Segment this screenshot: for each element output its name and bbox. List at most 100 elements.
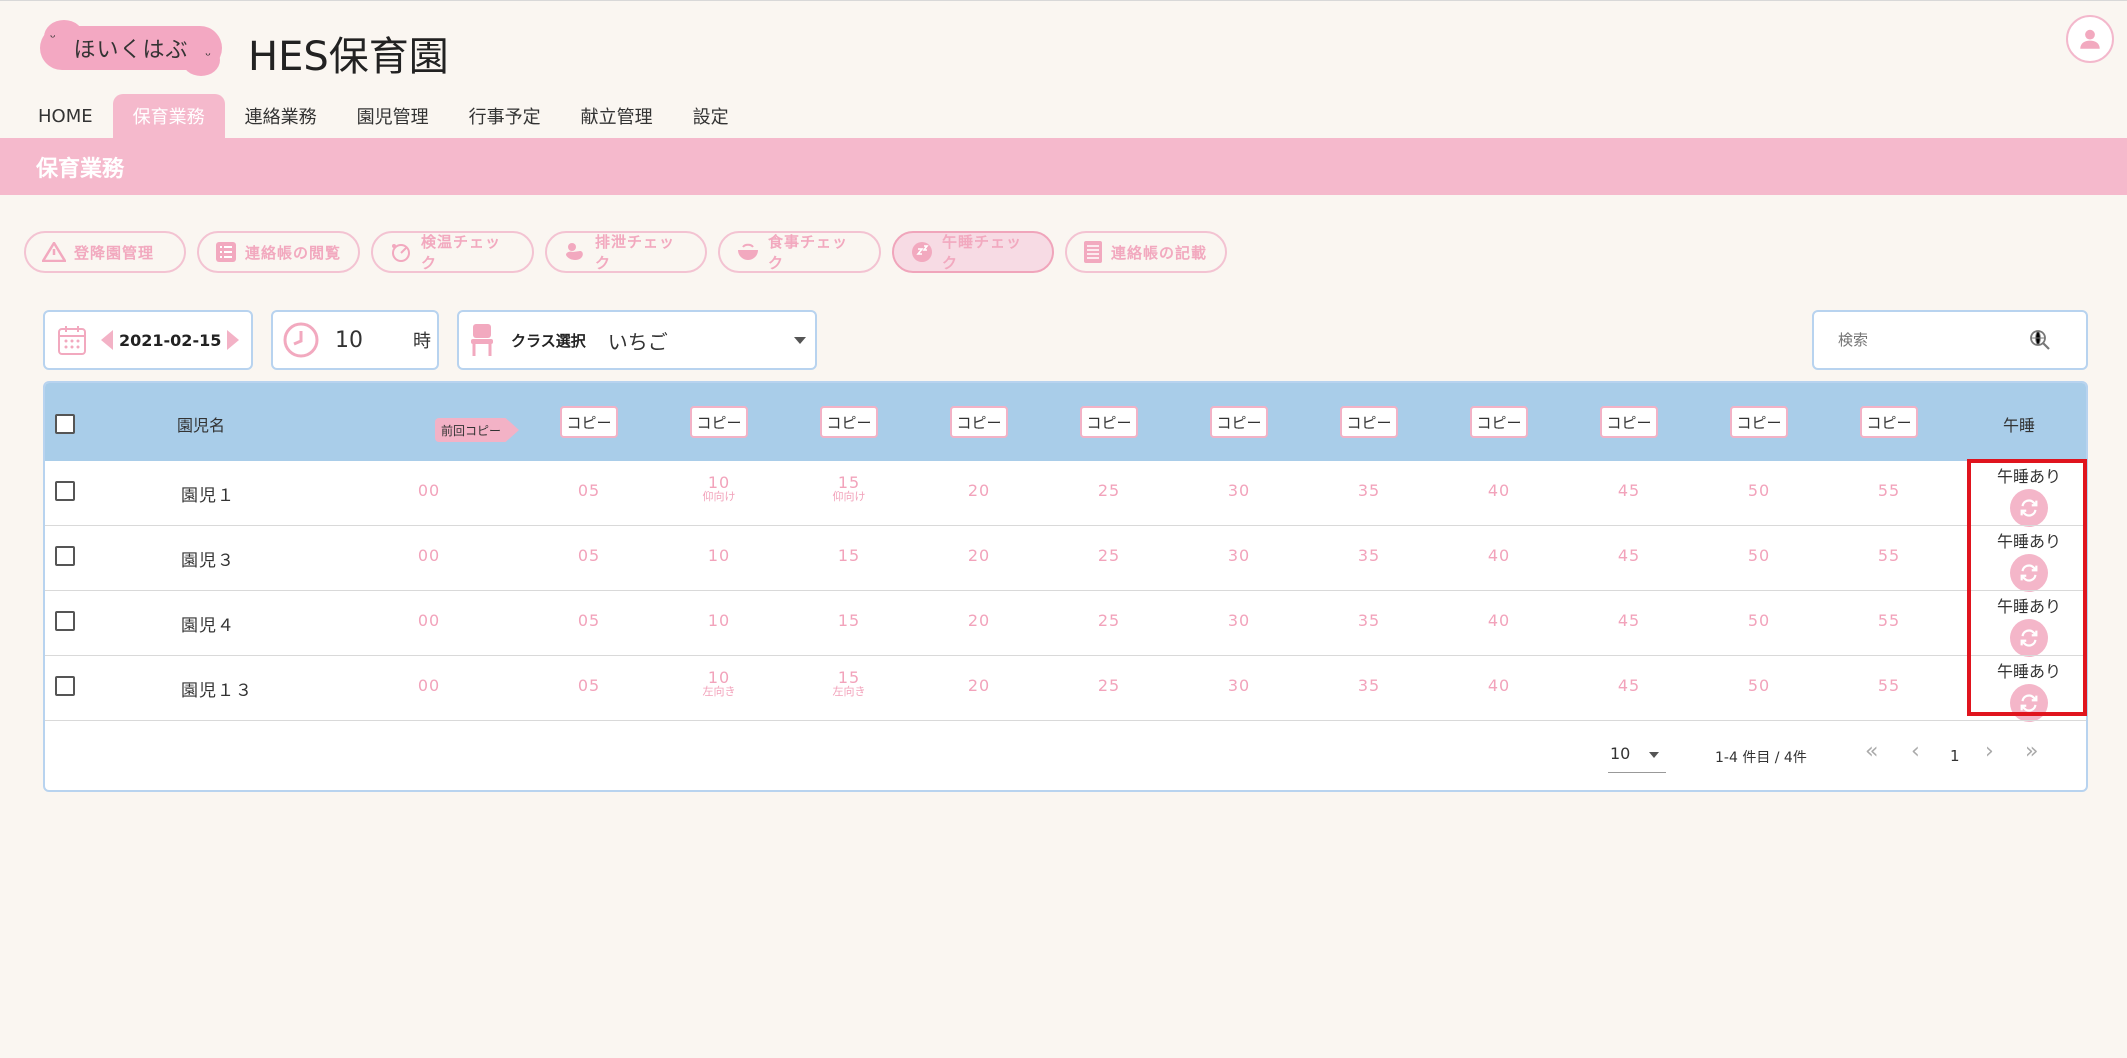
tab-children[interactable]: 園児管理 (337, 94, 449, 138)
copy-column-button[interactable]: コピー (1600, 406, 1658, 438)
copy-column-button[interactable]: コピー (1470, 406, 1528, 438)
time-slot[interactable]: 25 (1079, 678, 1139, 694)
time-slot[interactable]: 15 (819, 548, 879, 564)
time-slot[interactable]: 35 (1339, 483, 1399, 499)
time-slot[interactable]: 25 (1079, 548, 1139, 564)
time-slot[interactable]: 45 (1599, 548, 1659, 564)
copy-column-button[interactable]: コピー (690, 406, 748, 438)
time-slot[interactable]: 10 (689, 613, 749, 629)
time-slot[interactable]: 45 (1599, 678, 1659, 694)
toilet-check-button[interactable]: 排泄チェック (545, 231, 707, 273)
select-all-checkbox[interactable] (55, 414, 75, 434)
copy-previous-button[interactable]: 前回コピー (435, 418, 519, 442)
search-input[interactable] (1838, 331, 2028, 349)
time-slot[interactable]: 05 (559, 613, 619, 629)
time-slot[interactable]: 00 (399, 483, 459, 499)
time-slot[interactable]: 20 (949, 548, 1009, 564)
tab-events[interactable]: 行事予定 (449, 94, 561, 138)
time-slot[interactable]: 40 (1469, 548, 1529, 564)
page-range-text: 1-4 件目 / 4件 (1715, 750, 1807, 766)
tab-settings[interactable]: 設定 (673, 94, 749, 138)
time-slot[interactable]: 15 (819, 613, 879, 629)
next-date-button[interactable] (227, 330, 240, 350)
write-notebook-button[interactable]: 連絡帳の記載 (1065, 231, 1227, 273)
row-checkbox[interactable] (55, 611, 75, 631)
time-slot[interactable]: 50 (1729, 678, 1789, 694)
tab-menu[interactable]: 献立管理 (561, 94, 673, 138)
nap-toggle-button[interactable] (2010, 554, 2048, 592)
time-slot[interactable]: 45 (1599, 613, 1659, 629)
time-slot[interactable]: 55 (1859, 678, 1919, 694)
row-checkbox[interactable] (55, 676, 75, 696)
time-slot[interactable]: 50 (1729, 483, 1789, 499)
copy-column-button[interactable]: コピー (950, 406, 1008, 438)
time-slot[interactable]: 40 (1469, 613, 1529, 629)
temperature-check-button[interactable]: 検温チェック (371, 231, 534, 273)
time-slot[interactable]: 20 (949, 613, 1009, 629)
time-slot[interactable]: 10 (689, 548, 749, 564)
time-slot[interactable]: 10 左向き (689, 670, 749, 698)
first-page-button[interactable]: « (1865, 739, 1878, 764)
nap-toggle-button[interactable] (2010, 619, 2048, 657)
meal-check-button[interactable]: 食事チェック (718, 231, 881, 273)
tab-communication[interactable]: 連絡業務 (225, 94, 337, 138)
time-slot[interactable]: 15 左向き (819, 670, 879, 698)
time-slot[interactable]: 35 (1339, 548, 1399, 564)
hour-selector[interactable]: 10 時 (271, 310, 439, 370)
copy-column-button[interactable]: コピー (820, 406, 878, 438)
prev-page-button[interactable]: ‹ (1911, 739, 1920, 764)
time-slot[interactable]: 05 (559, 678, 619, 694)
calendar-icon[interactable] (57, 324, 87, 356)
copy-column-button[interactable]: コピー (1210, 406, 1268, 438)
copy-column-button[interactable]: コピー (1340, 406, 1398, 438)
time-slot[interactable]: 50 (1729, 613, 1789, 629)
tab-home[interactable]: HOME (18, 94, 113, 138)
row-checkbox[interactable] (55, 481, 75, 501)
nap-toggle-button[interactable] (2010, 489, 2048, 527)
time-slot[interactable]: 30 (1209, 548, 1269, 564)
copy-column-button[interactable]: コピー (1080, 406, 1138, 438)
time-slot[interactable]: 40 (1469, 483, 1529, 499)
attendance-button[interactable]: 登降園管理 (24, 231, 186, 273)
time-slot[interactable]: 20 (949, 678, 1009, 694)
time-slot[interactable]: 05 (559, 483, 619, 499)
time-slot[interactable]: 35 (1339, 613, 1399, 629)
time-slot[interactable]: 25 (1079, 483, 1139, 499)
tab-childcare[interactable]: 保育業務 (112, 94, 225, 138)
time-slot[interactable]: 00 (399, 548, 459, 564)
copy-column-button[interactable]: コピー (560, 406, 618, 438)
row-checkbox[interactable] (55, 546, 75, 566)
last-page-button[interactable]: » (2025, 739, 2038, 764)
nap-toggle-button[interactable] (2010, 684, 2048, 722)
time-slot[interactable]: 30 (1209, 678, 1269, 694)
copy-column-button[interactable]: コピー (1860, 406, 1918, 438)
nap-check-button[interactable]: 午睡チェック (892, 231, 1054, 273)
next-page-button[interactable]: › (1985, 739, 1994, 764)
page-size-select[interactable]: 10 (1610, 744, 1660, 763)
time-slot[interactable]: 35 (1339, 678, 1399, 694)
time-slot[interactable]: 10 仰向け (689, 475, 749, 503)
time-slot[interactable]: 45 (1599, 483, 1659, 499)
account-button[interactable] (2066, 15, 2114, 63)
time-slot[interactable]: 05 (559, 548, 619, 564)
time-slot-minute: 55 (1877, 676, 1901, 695)
time-slot[interactable]: 55 (1859, 613, 1919, 629)
search-icon[interactable] (2028, 328, 2052, 352)
time-slot[interactable]: 30 (1209, 613, 1269, 629)
time-slot[interactable]: 55 (1859, 483, 1919, 499)
time-slot[interactable]: 30 (1209, 483, 1269, 499)
time-slot[interactable]: 00 (399, 678, 459, 694)
time-slot[interactable]: 20 (949, 483, 1009, 499)
prev-date-button[interactable] (101, 330, 113, 350)
time-slot[interactable]: 40 (1469, 678, 1529, 694)
time-slot[interactable]: 25 (1079, 613, 1139, 629)
class-select[interactable]: クラス選択 いちご (457, 310, 817, 370)
table-row: 園児１ 00 05 10 仰向け 15 仰向け 20 25 30 35 40 45 50 55 午睡あり (45, 461, 2086, 527)
time-slot[interactable]: 50 (1729, 548, 1789, 564)
time-slot[interactable]: 00 (399, 613, 459, 629)
time-slot[interactable]: 55 (1859, 548, 1919, 564)
time-slot[interactable]: 15 仰向け (819, 475, 879, 503)
view-notebook-button[interactable]: 連絡帳の閲覧 (197, 231, 360, 273)
time-slot-minute: 35 (1357, 546, 1381, 565)
copy-column-button[interactable]: コピー (1730, 406, 1788, 438)
